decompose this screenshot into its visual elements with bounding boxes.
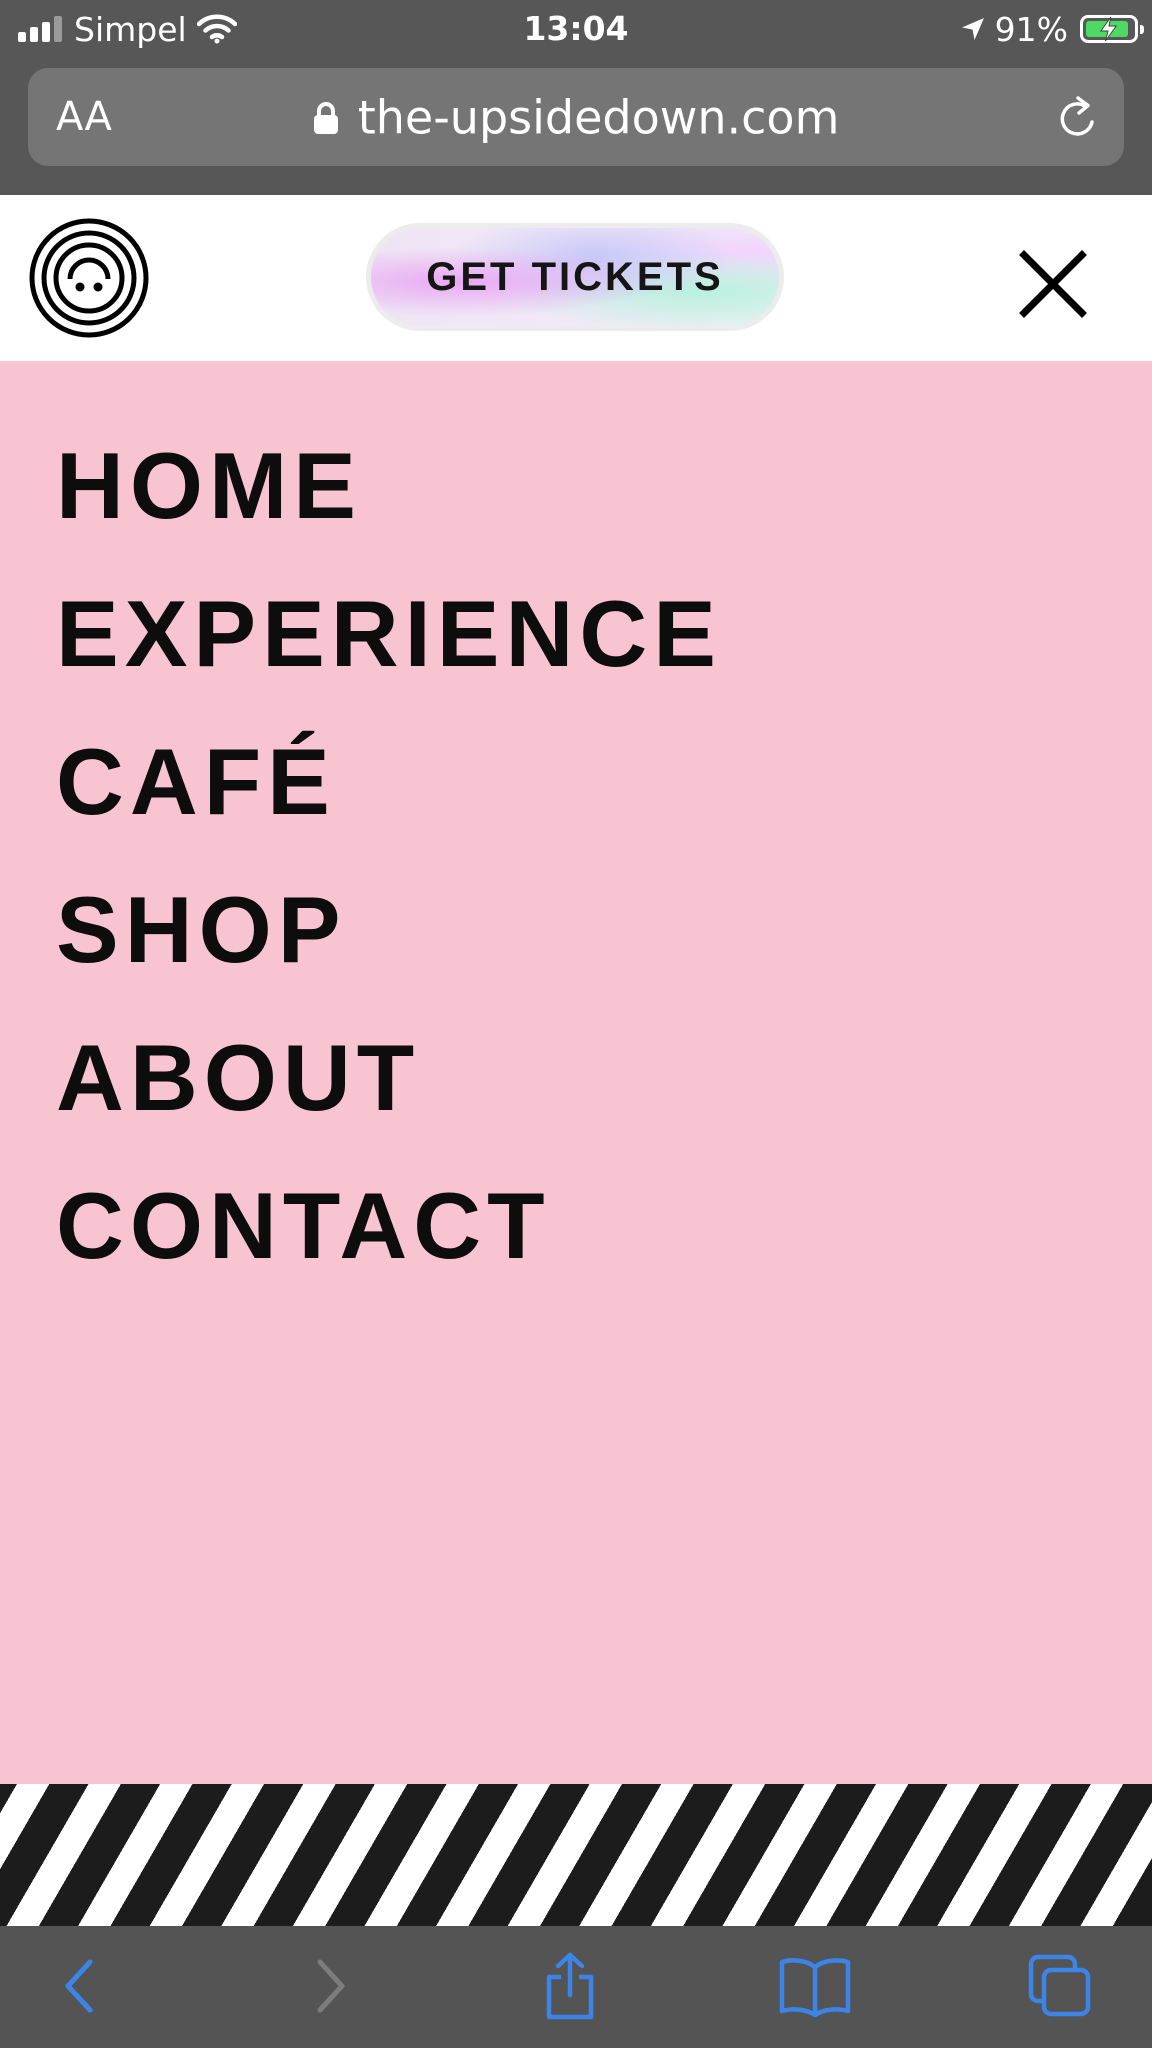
spiral-smiley-logo[interactable] <box>28 217 150 339</box>
status-right: 91% <box>959 6 1144 52</box>
menu-link-home[interactable]: HOME <box>56 430 722 542</box>
back-button[interactable] <box>40 1946 120 2026</box>
get-tickets-label: GET TICKETS <box>426 254 724 299</box>
menu-link-shop[interactable]: SHOP <box>56 874 722 986</box>
address-bar[interactable]: AA the-upsidedown.com <box>28 68 1124 166</box>
tabs-button[interactable] <box>1020 1946 1100 2026</box>
bookmarks-icon <box>779 1958 851 2017</box>
menu-item-shop: SHOP <box>56 874 722 1022</box>
charging-bolt-icon <box>1100 16 1118 42</box>
bookmarks-button[interactable] <box>775 1946 855 2026</box>
striped-footer-band <box>0 1784 1152 1926</box>
tabs-icon <box>1028 1954 1091 2017</box>
menu-item-about: ABOUT <box>56 1022 722 1170</box>
lock-icon <box>313 101 338 134</box>
close-icon[interactable] <box>1016 247 1090 321</box>
reload-icon[interactable] <box>1054 92 1102 142</box>
url-display[interactable]: the-upsidedown.com <box>28 90 1124 145</box>
menu-item-experience: EXPERIENCE <box>56 578 722 726</box>
status-bar: Simpel 13:04 91% <box>0 0 1152 58</box>
share-icon <box>546 1952 594 2020</box>
menu-link-cafe[interactable]: CAFÉ <box>56 726 722 838</box>
battery-icon <box>1080 15 1144 43</box>
main-menu: HOME EXPERIENCE CAFÉ SHOP ABOUT CONTACT <box>56 430 722 1318</box>
get-tickets-button[interactable]: GET TICKETS <box>366 223 784 331</box>
location-arrow-icon <box>961 18 984 40</box>
forward-icon <box>317 1959 345 2013</box>
forward-button[interactable] <box>290 1946 370 2026</box>
menu-item-contact: CONTACT <box>56 1170 722 1318</box>
battery-nub <box>1140 25 1144 34</box>
back-icon <box>65 1959 93 2013</box>
site-header: GET TICKETS <box>0 195 1152 361</box>
menu-link-about[interactable]: ABOUT <box>56 1022 722 1134</box>
browser-toolbar <box>0 1926 1152 2048</box>
url-text: the-upsidedown.com <box>357 90 840 145</box>
browser-chrome: Simpel 13:04 91% AA the-upsidedown.com <box>0 0 1152 195</box>
battery-percent: 91% <box>994 9 1068 49</box>
menu-link-contact[interactable]: CONTACT <box>56 1170 722 1282</box>
menu-item-home: HOME <box>56 430 722 578</box>
menu-item-cafe: CAFÉ <box>56 726 722 874</box>
share-button[interactable] <box>530 1946 610 2026</box>
menu-link-experience[interactable]: EXPERIENCE <box>56 578 722 690</box>
